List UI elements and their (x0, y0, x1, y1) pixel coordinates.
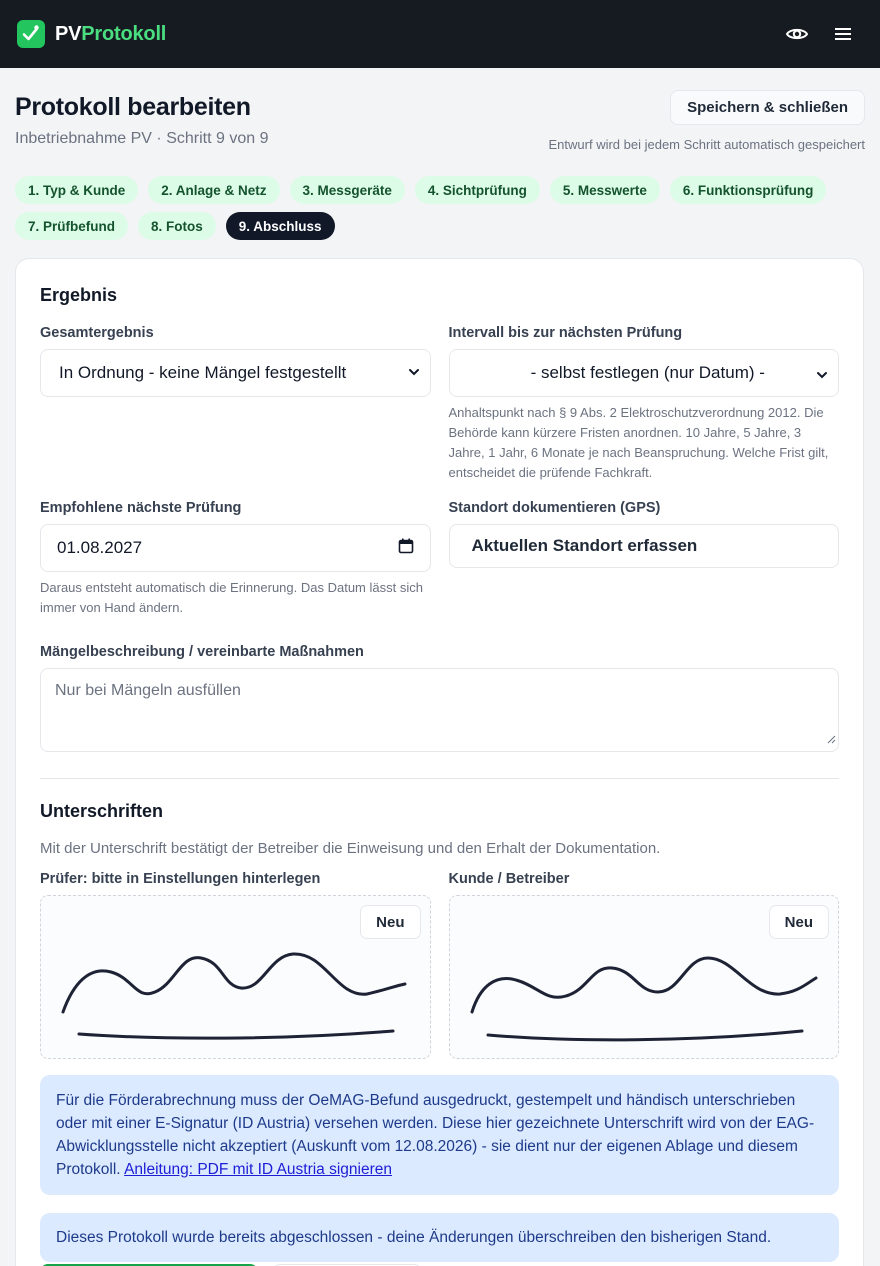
inspector-signature-label: Prüfer: bitte in Einstellungen hinterleg… (40, 871, 321, 887)
step-tab-8[interactable]: 8. Fotos (138, 212, 216, 240)
result-section-title: Ergebnis (40, 285, 118, 305)
page-title: Protokoll bearbeiten (15, 93, 251, 121)
eye-icon[interactable] (785, 22, 809, 46)
signatures-intro: Mit der Unterschrift bestätigt der Betre… (40, 840, 661, 857)
closed-notice: Dieses Protokoll wurde bereits abgeschlo… (40, 1213, 839, 1262)
defects-placeholder: Nur bei Mängeln ausfüllen (55, 682, 241, 699)
next-inspection-label: Empfohlene nächste Prüfung (40, 500, 242, 516)
interval-hint: Anhaltspunkt nach § 9 Abs. 2 Elektroschu… (448, 405, 829, 480)
menu-icon[interactable] (831, 22, 855, 46)
customer-signature-pad[interactable]: Neu (448, 895, 839, 1059)
chevron-down-icon (408, 363, 420, 383)
calendar-icon[interactable] (398, 538, 414, 559)
chevron-down-icon (816, 366, 828, 386)
form-card: Ergebnis Gesamtergebnis In Ordnung - kei… (15, 258, 864, 1266)
step-tab-1[interactable]: 1. Typ & Kunde (15, 176, 139, 204)
step-tabs: 1. Typ & Kunde 2. Anlage & Netz 3. Messg… (0, 176, 880, 240)
defects-textarea[interactable]: Nur bei Mängeln ausfüllen (40, 668, 839, 752)
overall-result-label: Gesamtergebnis (40, 325, 154, 341)
next-inspection-date-input[interactable]: 01.08.2027 (40, 524, 431, 572)
overall-result-value: In Ordnung - keine Mängel festgestellt (59, 363, 347, 382)
brand-suffix: Protokoll (81, 22, 167, 45)
next-inspection-hint: Daraus entsteht automatisch die Erinneru… (40, 580, 423, 615)
resize-handle-icon[interactable] (826, 731, 836, 749)
logo-icon (17, 20, 45, 48)
step-tab-7[interactable]: 7. Prüfbefund (15, 212, 128, 240)
id-austria-guide-link[interactable]: Anleitung: PDF mit ID Austria signieren (124, 1161, 392, 1178)
step-tab-5[interactable]: 5. Messwerte (549, 176, 660, 204)
customer-clear-button[interactable]: Neu (768, 905, 829, 939)
page-subtitle: Inbetriebnahme PV · Schritt 9 von 9 (15, 130, 269, 147)
oemag-notice: Für die Förderabrechnung muss der OeMAG-… (40, 1075, 839, 1195)
interval-label: Intervall bis zur nächsten Prüfung (448, 325, 683, 341)
brand-prefix: PV (55, 22, 82, 45)
step-tab-4[interactable]: 4. Sichtprüfung (414, 176, 540, 204)
step-tab-2[interactable]: 2. Anlage & Netz (148, 176, 280, 204)
customer-signature-label: Kunde / Betreiber (448, 871, 570, 887)
page-header: Protokoll bearbeiten Inbetriebnahme PV ·… (0, 68, 880, 152)
autosave-note: Entwurf wird bei jedem Schritt automatis… (548, 137, 865, 152)
interval-value: - selbst festlegen (nur Datum) - (530, 363, 765, 382)
step-tab-3[interactable]: 3. Messgeräte (289, 176, 405, 204)
gps-label: Standort dokumentieren (GPS) (448, 500, 661, 516)
interval-select[interactable]: - selbst festlegen (nur Datum) - (448, 349, 839, 397)
brand-name: PVProtokoll (55, 23, 166, 46)
top-bar: PVProtokoll (0, 0, 880, 68)
inspector-signature-pad[interactable]: Neu (40, 895, 431, 1059)
next-inspection-value: 01.08.2027 (57, 538, 143, 557)
signatures-section-title: Unterschriften (40, 801, 164, 821)
step-tab-6[interactable]: 6. Funktionsprüfung (669, 176, 827, 204)
step-tab-9[interactable]: 9. Abschluss (225, 212, 335, 240)
overall-result-select[interactable]: In Ordnung - keine Mängel festgestellt (40, 349, 431, 397)
defects-label: Mängelbeschreibung / vereinbarte Maßnahm… (40, 644, 364, 660)
capture-location-button[interactable]: Aktuellen Standort erfassen (448, 524, 839, 568)
section-divider (40, 778, 839, 779)
save-and-close-button[interactable]: Speichern & schließen (670, 90, 865, 125)
closed-notice-text: Dieses Protokoll wurde bereits abgeschlo… (56, 1229, 772, 1246)
brand[interactable]: PVProtokoll (17, 20, 166, 48)
inspector-clear-button[interactable]: Neu (360, 905, 421, 939)
